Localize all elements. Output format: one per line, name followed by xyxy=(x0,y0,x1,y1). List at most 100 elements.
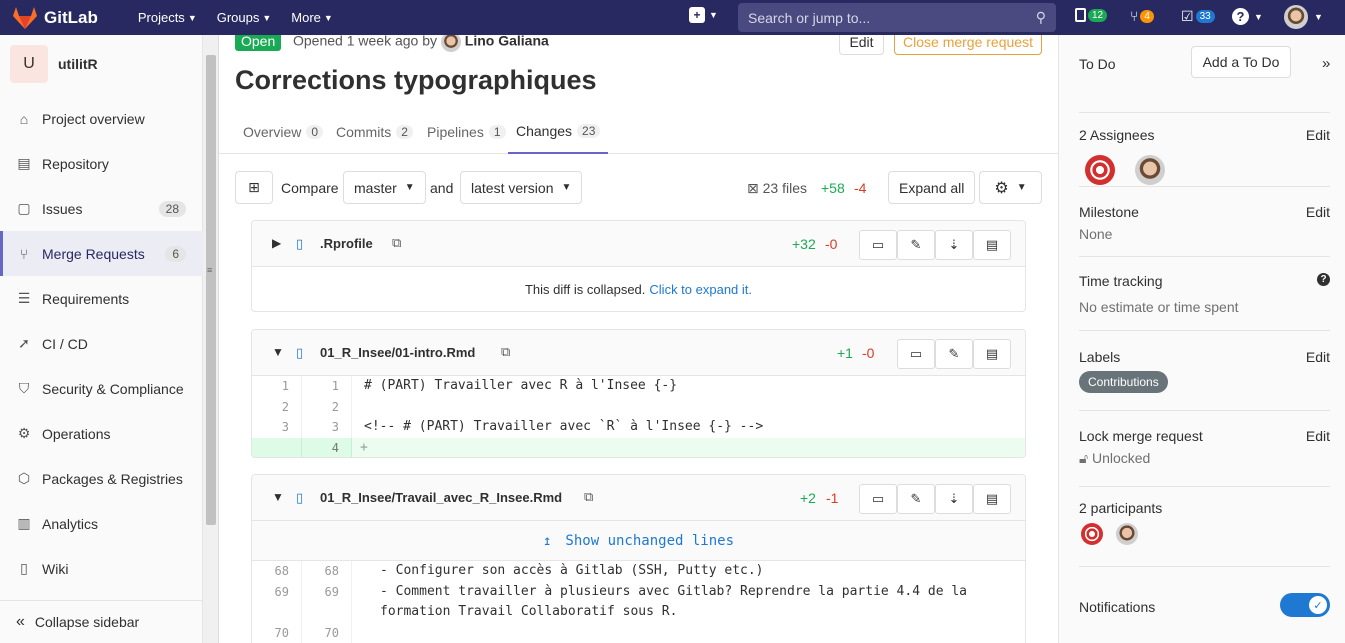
edit-labels[interactable]: Edit xyxy=(1306,349,1330,365)
view-file-button[interactable]: ▤ xyxy=(973,339,1011,369)
file-download-icon: ⇣ xyxy=(948,237,960,252)
expand-diff-link[interactable]: Click to expand it. xyxy=(649,282,752,297)
files-changed[interactable]: ⊠ 23 files xyxy=(747,180,807,197)
sidebar-item-issues[interactable]: ▢ Issues 28 xyxy=(0,186,203,231)
chevron-down-icon: ▼ xyxy=(709,10,718,20)
chart-icon: ▥ xyxy=(17,515,31,531)
participant-avatar[interactable] xyxy=(1081,523,1103,545)
edit-file-button[interactable]: ✎ xyxy=(897,230,935,260)
user-avatar xyxy=(1284,5,1308,29)
tab-pipelines[interactable]: Pipelines 1 xyxy=(427,110,506,154)
document-icon: ▤ xyxy=(985,237,999,252)
sidebar-item-project-overview[interactable]: ⌂ Project overview xyxy=(0,96,203,141)
copy-path-icon[interactable]: ⧉ xyxy=(501,344,510,360)
tab-overview[interactable]: Overview 0 xyxy=(243,110,324,154)
diff-file-header[interactable]: ▼ ▯ 01_R_Insee/Travail_avec_R_Insee.Rmd … xyxy=(252,475,1025,521)
diff-line[interactable]: 69 69- Comment travailler à plusieurs ave… xyxy=(252,581,1025,602)
diff-line[interactable]: 68 68- Configurer son accès à Gitlab (SSH… xyxy=(252,561,1025,582)
help-dropdown[interactable]: ? ▼ xyxy=(1232,8,1263,25)
close-merge-request-button[interactable]: Close merge request xyxy=(894,35,1042,55)
file-name[interactable]: 01_R_Insee/Travail_avec_R_Insee.Rmd xyxy=(320,490,562,505)
diff-settings-dropdown[interactable]: ⚙ ▼ xyxy=(979,171,1042,204)
diff-line[interactable]: 3 3 <!-- # (PART) Travailler avec `R` à l'… xyxy=(252,417,1025,438)
edit-milestone[interactable]: Edit xyxy=(1306,204,1330,220)
unlock-icon: 🔓︎ xyxy=(1079,450,1089,466)
gitlab-logo[interactable]: GitLab xyxy=(12,6,98,30)
sidebar-item-ci-cd[interactable]: ➚ CI / CD xyxy=(0,321,203,366)
search-input[interactable]: Search or jump to... ⚲ xyxy=(738,3,1056,32)
target-version-dropdown[interactable]: latest version ▼ xyxy=(460,171,583,204)
diff-file-header[interactable]: ▶ ▯ .Rprofile ⧉ +32 -0 ▭ ✎ ⇣ ▤ xyxy=(252,221,1025,267)
issues-count: 28 xyxy=(158,200,186,217)
copy-path-icon[interactable]: ⧉ xyxy=(584,489,593,505)
chevron-right-icon[interactable]: ▶ xyxy=(272,236,281,250)
sidebar-item-repository[interactable]: ▤ Repository xyxy=(0,141,203,186)
arrow-up-icon: ↥ xyxy=(542,532,552,549)
file-name[interactable]: .Rprofile xyxy=(320,236,373,251)
nav-groups[interactable]: Groups ▼ xyxy=(217,10,272,25)
question-icon[interactable]: ? xyxy=(1317,273,1330,286)
comment-button[interactable]: ▭ xyxy=(859,230,897,260)
file-tree-toggle[interactable]: ⊞ xyxy=(235,171,273,204)
edit-lock[interactable]: Edit xyxy=(1306,428,1330,444)
chevron-down-icon[interactable]: ▼ xyxy=(272,345,284,359)
edit-file-button[interactable]: ✎ xyxy=(897,484,935,514)
comment-button[interactable]: ▭ xyxy=(897,339,935,369)
edit-file-button[interactable]: ✎ xyxy=(935,339,973,369)
download-file-button[interactable]: ⇣ xyxy=(935,230,973,260)
participant-avatar[interactable] xyxy=(1116,523,1138,545)
diff-line[interactable]: 70 70 xyxy=(252,622,1025,643)
edit-assignees[interactable]: Edit xyxy=(1306,127,1330,143)
double-chevron-right-icon[interactable]: » xyxy=(1322,55,1330,72)
add-todo-button[interactable]: Add a To Do xyxy=(1191,46,1291,78)
assignee-avatar[interactable] xyxy=(1135,155,1165,185)
comment-button[interactable]: ▭ xyxy=(859,484,897,514)
view-file-button[interactable]: ▤ xyxy=(973,230,1011,260)
view-file-button[interactable]: ▤ xyxy=(973,484,1011,514)
notifications-toggle[interactable]: ✓ xyxy=(1280,593,1330,617)
collapse-sidebar-button[interactable]: «Collapse sidebar xyxy=(0,600,203,643)
diff-line[interactable]: 1 1 # (PART) Travailler avec R à l'Insee {… xyxy=(252,376,1025,397)
question-icon: ? xyxy=(1232,8,1249,25)
sidebar-item-wiki[interactable]: ▯ Wiki xyxy=(0,546,203,591)
author-name[interactable]: Lino Galiana xyxy=(465,35,549,49)
milestone-block: Milestone Edit None xyxy=(1079,187,1330,257)
sidebar-scrollbar[interactable]: ≡ xyxy=(203,35,219,643)
sidebar-item-operations[interactable]: ⚙ Operations xyxy=(0,411,203,456)
merge-requests-nav[interactable]: ⑂ 4 xyxy=(1130,8,1154,24)
tab-changes[interactable]: Changes 23 xyxy=(508,110,609,154)
check-icon: ✓ xyxy=(1309,596,1327,614)
sidebar-item-merge-requests[interactable]: ⑂ Merge Requests 6 xyxy=(0,231,203,276)
sidebar-item-packages[interactable]: ⬡ Packages & Registries xyxy=(0,456,203,501)
copy-path-icon[interactable]: ⧉ xyxy=(392,235,401,251)
file-name[interactable]: 01_R_Insee/01-intro.Rmd xyxy=(320,345,475,360)
tab-commits[interactable]: Commits 2 xyxy=(336,110,413,154)
chevron-down-icon[interactable]: ▼ xyxy=(272,490,284,504)
download-file-button[interactable]: ⇣ xyxy=(935,484,973,514)
assignee-avatar[interactable] xyxy=(1085,155,1115,185)
sidebar-item-requirements[interactable]: ☰ Requirements xyxy=(0,276,203,321)
diff-line-continued[interactable]: formation Travail Collaboratif sous R. xyxy=(252,602,1025,623)
scrollbar-thumb[interactable] xyxy=(206,55,216,525)
todo-label: To Do xyxy=(1079,56,1116,72)
nav-projects[interactable]: Projects ▼ xyxy=(138,10,197,25)
nav-more[interactable]: More ▼ xyxy=(291,10,333,25)
expand-all-button[interactable]: Expand all xyxy=(888,171,976,204)
source-branch-dropdown[interactable]: master ▼ xyxy=(343,171,426,204)
project-header[interactable]: U utilitR xyxy=(0,35,202,93)
diff-file-header[interactable]: ▼ ▯ 01_R_Insee/01-intro.Rmd ⧉ +1 -0 ▭ ✎ … xyxy=(252,330,1025,376)
show-unchanged-lines[interactable]: ↥ Show unchanged lines xyxy=(252,521,1025,561)
user-menu[interactable]: ▼ xyxy=(1284,5,1323,29)
sidebar-item-security[interactable]: ⛉ Security & Compliance xyxy=(0,366,203,411)
issues-nav[interactable]: 12 xyxy=(1075,8,1108,22)
todos-nav[interactable]: ☑ 33 xyxy=(1181,8,1215,25)
diff-line-added[interactable]: 4 + xyxy=(252,437,1025,457)
mr-tabs: Overview 0 Commits 2 Pipelines 1 Changes 23 xyxy=(219,110,1058,154)
label-pill[interactable]: Contributions xyxy=(1079,371,1168,393)
resize-handle-icon[interactable]: ≡ xyxy=(207,265,212,275)
sidebar-item-analytics[interactable]: ▥ Analytics xyxy=(0,501,203,546)
diff-line[interactable]: 22 xyxy=(252,396,1025,417)
new-dropdown[interactable]: + ▼ xyxy=(689,7,718,23)
right-sidebar: To Do Add a To Do » 2 Assignees Edit Mil… xyxy=(1058,35,1345,643)
edit-button[interactable]: Edit xyxy=(839,35,884,55)
